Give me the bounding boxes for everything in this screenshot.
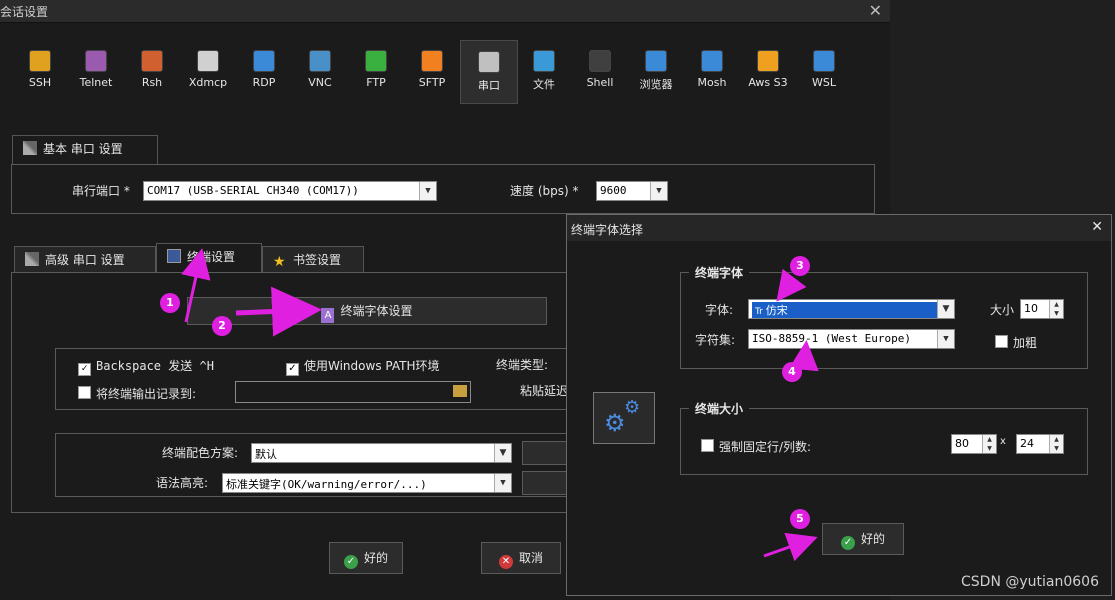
arrow-2 [235, 286, 322, 337]
watermark: CSDN @yutian0606 [961, 574, 1099, 590]
arrow-1 [181, 248, 211, 323]
annotation-badge-1: 1 [160, 293, 180, 313]
annotation-badge-2: 2 [212, 316, 232, 336]
arrow-4 [788, 340, 819, 372]
annotation-badge-5: 5 [790, 509, 810, 529]
arrow-3 [776, 268, 807, 302]
annotation-badge-3: 3 [790, 256, 810, 276]
annotation-badge-4: 4 [782, 362, 802, 382]
arrow-5 [763, 532, 818, 562]
